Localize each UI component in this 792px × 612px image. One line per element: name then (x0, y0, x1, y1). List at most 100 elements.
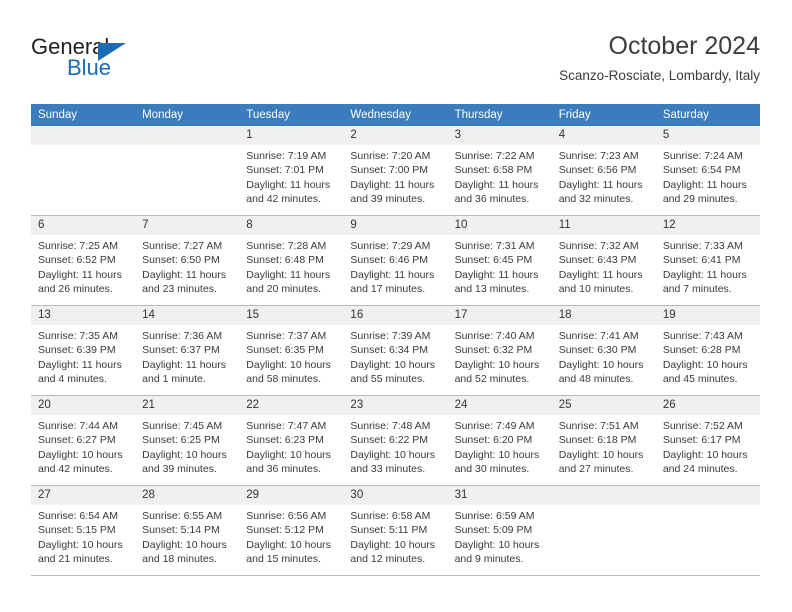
calendar-day-cell[interactable]: 1 Sunrise: 7:19 AM Sunset: 7:01 PM Daylight… (239, 126, 344, 216)
day-detail-line: Sunrise: 7:44 AM (38, 420, 118, 432)
calendar-week-row: 20 Sunrise: 7:44 AM Sunset: 6:27 PM Dayligh… (31, 395, 760, 486)
day-detail-lines: Sunrise: 7:48 AM Sunset: 6:22 PM Daylight:… (343, 415, 447, 477)
day-detail-lines: Sunrise: 6:56 AM Sunset: 5:12 PM Daylight:… (239, 505, 343, 567)
day-detail-line: Sunset: 6:32 PM (454, 344, 533, 357)
day-detail-line: and 48 minutes. (558, 373, 634, 386)
day-number: 3 (454, 129, 461, 141)
day-detail-line: Sunset: 6:41 PM (662, 254, 741, 267)
day-cell-inner: 5 Sunrise: 7:24 AM Sunset: 6:54 PM Daylight… (655, 126, 760, 215)
day-number: 13 (38, 309, 51, 321)
calendar-day-cell[interactable]: 12 Sunrise: 7:33 AM Sunset: 6:41 PM Dayligh… (655, 215, 760, 306)
day-detail-line: Sunrise: 7:49 AM (454, 420, 535, 432)
calendar-day-cell[interactable]: 23 Sunrise: 7:48 AM Sunset: 6:22 PM Dayligh… (343, 395, 448, 486)
day-number-band: 2 (343, 126, 448, 145)
page-subtitle: Scanzo-Rosciate, Lombardy, Italy (559, 68, 760, 83)
calendar-day-cell[interactable]: 22 Sunrise: 7:47 AM Sunset: 6:23 PM Dayligh… (239, 395, 344, 486)
day-cell-inner: 2 Sunrise: 7:20 AM Sunset: 7:00 PM Daylight… (343, 126, 448, 215)
day-number: 6 (38, 219, 45, 231)
day-detail-line: and 1 minute. (142, 373, 206, 386)
day-detail-line: Sunset: 7:00 PM (350, 164, 429, 177)
calendar-day-cell[interactable]: 30 Sunrise: 6:58 AM Sunset: 5:11 PM Dayligh… (343, 485, 448, 576)
day-detail-line: Sunset: 5:11 PM (350, 524, 428, 537)
calendar-day-cell[interactable]: 16 Sunrise: 7:39 AM Sunset: 6:34 PM Dayligh… (343, 305, 448, 396)
calendar-week-row: 13 Sunrise: 7:35 AM Sunset: 6:39 PM Dayligh… (31, 305, 760, 396)
day-detail-lines: Sunrise: 7:20 AM Sunset: 7:00 PM Daylight:… (343, 145, 447, 207)
day-detail-line: and 39 minutes. (142, 463, 217, 476)
day-detail-line: and 26 minutes. (38, 283, 113, 296)
calendar-day-cell[interactable]: 9 Sunrise: 7:29 AM Sunset: 6:46 PM Daylight… (343, 215, 448, 306)
day-detail-line: Sunset: 5:14 PM (142, 524, 220, 537)
day-detail-line: Sunrise: 7:20 AM (350, 150, 431, 162)
day-detail-line: and 7 minutes. (662, 283, 732, 296)
day-cell-inner: 25 Sunrise: 7:51 AM Sunset: 6:18 PM Dayligh… (551, 396, 656, 485)
calendar-day-cell[interactable]: 10 Sunrise: 7:31 AM Sunset: 6:45 PM Dayligh… (447, 215, 552, 306)
day-cell-inner (31, 126, 136, 215)
day-detail-line: Daylight: 11 hours (558, 178, 643, 191)
calendar-day-cell[interactable]: 11 Sunrise: 7:32 AM Sunset: 6:43 PM Dayligh… (551, 215, 656, 306)
day-detail-lines: Sunrise: 7:35 AM Sunset: 6:39 PM Daylight:… (31, 325, 135, 387)
calendar-day-cell[interactable]: 29 Sunrise: 6:56 AM Sunset: 5:12 PM Dayligh… (239, 485, 344, 576)
calendar-day-cell[interactable]: 7 Sunrise: 7:27 AM Sunset: 6:50 PM Daylight… (135, 215, 240, 306)
day-detail-line: Sunrise: 7:51 AM (558, 420, 639, 432)
calendar-day-cell[interactable]: 3 Sunrise: 7:22 AM Sunset: 6:58 PM Daylight… (447, 126, 552, 216)
day-detail-line: Sunset: 7:01 PM (246, 164, 324, 177)
calendar-day-cell[interactable]: 18 Sunrise: 7:41 AM Sunset: 6:30 PM Dayligh… (551, 305, 656, 396)
day-detail-line: Daylight: 10 hours (38, 538, 123, 551)
day-detail-lines: Sunrise: 7:39 AM Sunset: 6:34 PM Daylight:… (343, 325, 447, 387)
calendar-day-cell[interactable]: 17 Sunrise: 7:40 AM Sunset: 6:32 PM Dayligh… (447, 305, 552, 396)
calendar-table: Sunday Monday Tuesday Wednesday Thursday Frid… (31, 104, 760, 576)
calendar-day-cell[interactable]: 20 Sunrise: 7:44 AM Sunset: 6:27 PM Dayligh… (31, 395, 136, 486)
calendar-day-cell[interactable]: 5 Sunrise: 7:24 AM Sunset: 6:54 PM Daylight… (655, 126, 760, 216)
day-detail-line: Sunset: 6:54 PM (662, 164, 741, 177)
day-number: 9 (350, 219, 357, 231)
page-header: General Blue October 2024 Scanzo-Rosciat… (31, 30, 760, 94)
calendar-day-cell[interactable]: 25 Sunrise: 7:51 AM Sunset: 6:18 PM Dayligh… (551, 395, 656, 486)
day-number: 10 (454, 219, 468, 231)
day-detail-line: Sunrise: 7:32 AM (558, 240, 639, 252)
day-cell-inner: 12 Sunrise: 7:33 AM Sunset: 6:41 PM Dayligh… (655, 216, 760, 305)
day-number-band: 18 (551, 306, 656, 325)
calendar-day-cell[interactable]: 28 Sunrise: 6:55 AM Sunset: 5:14 PM Dayligh… (135, 485, 240, 576)
day-number: 2 (350, 129, 357, 141)
day-detail-line: and 52 minutes. (454, 373, 530, 386)
calendar-day-cell[interactable]: 8 Sunrise: 7:28 AM Sunset: 6:48 PM Daylight… (239, 215, 344, 306)
calendar-day-cell[interactable]: 21 Sunrise: 7:45 AM Sunset: 6:25 PM Dayligh… (135, 395, 240, 486)
calendar-day-cell[interactable]: 19 Sunrise: 7:43 AM Sunset: 6:28 PM Dayligh… (655, 305, 760, 396)
calendar-day-cell[interactable]: 4 Sunrise: 7:23 AM Sunset: 6:56 PM Daylight… (551, 126, 656, 216)
calendar-day-cell[interactable]: 27 Sunrise: 6:54 AM Sunset: 5:15 PM Dayligh… (31, 485, 136, 576)
calendar-day-cell[interactable]: 24 Sunrise: 7:49 AM Sunset: 6:20 PM Dayligh… (447, 395, 552, 486)
day-detail-lines: Sunrise: 6:58 AM Sunset: 5:11 PM Daylight:… (343, 505, 447, 567)
calendar-day-cell[interactable]: 15 Sunrise: 7:37 AM Sunset: 6:35 PM Dayligh… (239, 305, 344, 396)
day-detail-lines: Sunrise: 7:29 AM Sunset: 6:46 PM Daylight:… (343, 235, 447, 297)
calendar-week-row: 27 Sunrise: 6:54 AM Sunset: 5:15 PM Dayligh… (31, 485, 760, 576)
day-detail-line: Sunrise: 7:37 AM (246, 330, 327, 342)
day-detail-line: Sunrise: 7:52 AM (662, 420, 743, 432)
day-detail-lines: Sunrise: 6:55 AM Sunset: 5:14 PM Daylight:… (135, 505, 239, 567)
day-detail-line: Sunset: 6:27 PM (38, 434, 116, 447)
day-number-band (31, 126, 136, 145)
day-detail-line: Sunset: 5:15 PM (38, 524, 116, 537)
day-cell-inner: 15 Sunrise: 7:37 AM Sunset: 6:35 PM Dayligh… (239, 306, 344, 395)
day-number: 21 (142, 399, 155, 411)
day-detail-line: Sunset: 6:58 PM (454, 164, 533, 177)
day-detail-line: and 27 minutes. (558, 463, 634, 476)
day-detail-line: Sunset: 5:09 PM (454, 524, 533, 537)
calendar-day-cell[interactable]: 31 Sunrise: 6:59 AM Sunset: 5:09 PM Dayligh… (447, 485, 552, 576)
weekday-header-tuesday: Tuesday (239, 104, 344, 126)
day-detail-line: Daylight: 10 hours (142, 448, 227, 461)
general-blue-logo[interactable]: General Blue (31, 34, 211, 90)
day-number: 5 (662, 129, 670, 141)
day-detail-line: Sunrise: 7:48 AM (350, 420, 431, 432)
weekday-header-wednesday: Wednesday (343, 104, 448, 126)
day-detail-line: Sunset: 6:35 PM (246, 344, 324, 357)
calendar-day-cell-empty (655, 485, 760, 576)
calendar-day-cell[interactable]: 2 Sunrise: 7:20 AM Sunset: 7:00 PM Daylight… (343, 126, 448, 216)
day-detail-lines: Sunrise: 7:44 AM Sunset: 6:27 PM Daylight:… (31, 415, 135, 477)
day-detail-line: Sunset: 6:37 PM (142, 344, 220, 357)
calendar-day-cell[interactable]: 14 Sunrise: 7:36 AM Sunset: 6:37 PM Dayligh… (135, 305, 240, 396)
day-detail-line: and 36 minutes. (454, 193, 530, 206)
calendar-day-cell[interactable]: 26 Sunrise: 7:52 AM Sunset: 6:17 PM Dayligh… (655, 395, 760, 486)
day-detail-lines: Sunrise: 7:23 AM Sunset: 6:56 PM Daylight:… (552, 145, 656, 207)
calendar-day-cell[interactable]: 6 Sunrise: 7:25 AM Sunset: 6:52 PM Daylight… (31, 215, 136, 306)
calendar-day-cell[interactable]: 13 Sunrise: 7:35 AM Sunset: 6:39 PM Dayligh… (31, 305, 136, 396)
